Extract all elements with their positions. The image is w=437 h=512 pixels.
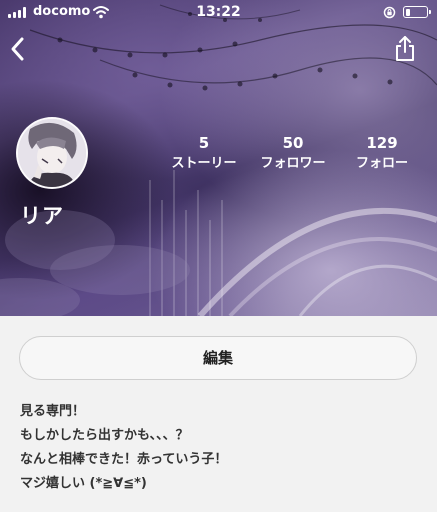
stat-stories-label: ストーリー (171, 156, 237, 171)
bio-line: なんと相棒できた！赤っていう子！ (20, 452, 228, 467)
status-bar: docomo 13:22 (0, 0, 437, 26)
bio-line: もしかしたら出すかも、、、？ (20, 428, 189, 443)
stat-followers[interactable]: 50 フォロワー (248, 133, 338, 173)
battery-level (405, 8, 410, 16)
profile-username: リア (20, 204, 64, 228)
battery-icon (403, 6, 431, 18)
chevron-left-icon (11, 37, 24, 61)
stat-followers-value: 50 (282, 134, 304, 152)
rotation-lock-icon (383, 6, 396, 19)
back-button[interactable] (6, 33, 34, 65)
avatar[interactable] (16, 117, 88, 189)
stat-stories[interactable]: 5 ストーリー (159, 133, 249, 173)
status-time: 13:22 (196, 4, 241, 20)
share-button[interactable] (390, 33, 420, 65)
profile-bio: 見る専門！ もしかしたら出すかも、、、？ なんと相棒できた！赤っていう子！ マジ… (20, 400, 420, 496)
avatar-image (18, 119, 86, 187)
bio-line: マジ嬉しい (*≧∀≦*) (20, 476, 147, 491)
stat-following-value: 129 (366, 134, 398, 152)
stat-following[interactable]: 129 フォロー (337, 133, 427, 173)
stat-following-label: フォロー (355, 156, 408, 171)
stat-stories-value: 5 (198, 134, 210, 152)
stat-followers-label: フォロワー (260, 156, 326, 171)
profile-screen: docomo 13:22 5 ストーリー 50 フォロワー 129 フォロー リ… (0, 0, 437, 512)
edit-profile-button[interactable]: 編集 (19, 336, 417, 380)
share-icon (396, 36, 414, 61)
bio-line: 見る専門！ (20, 404, 86, 419)
